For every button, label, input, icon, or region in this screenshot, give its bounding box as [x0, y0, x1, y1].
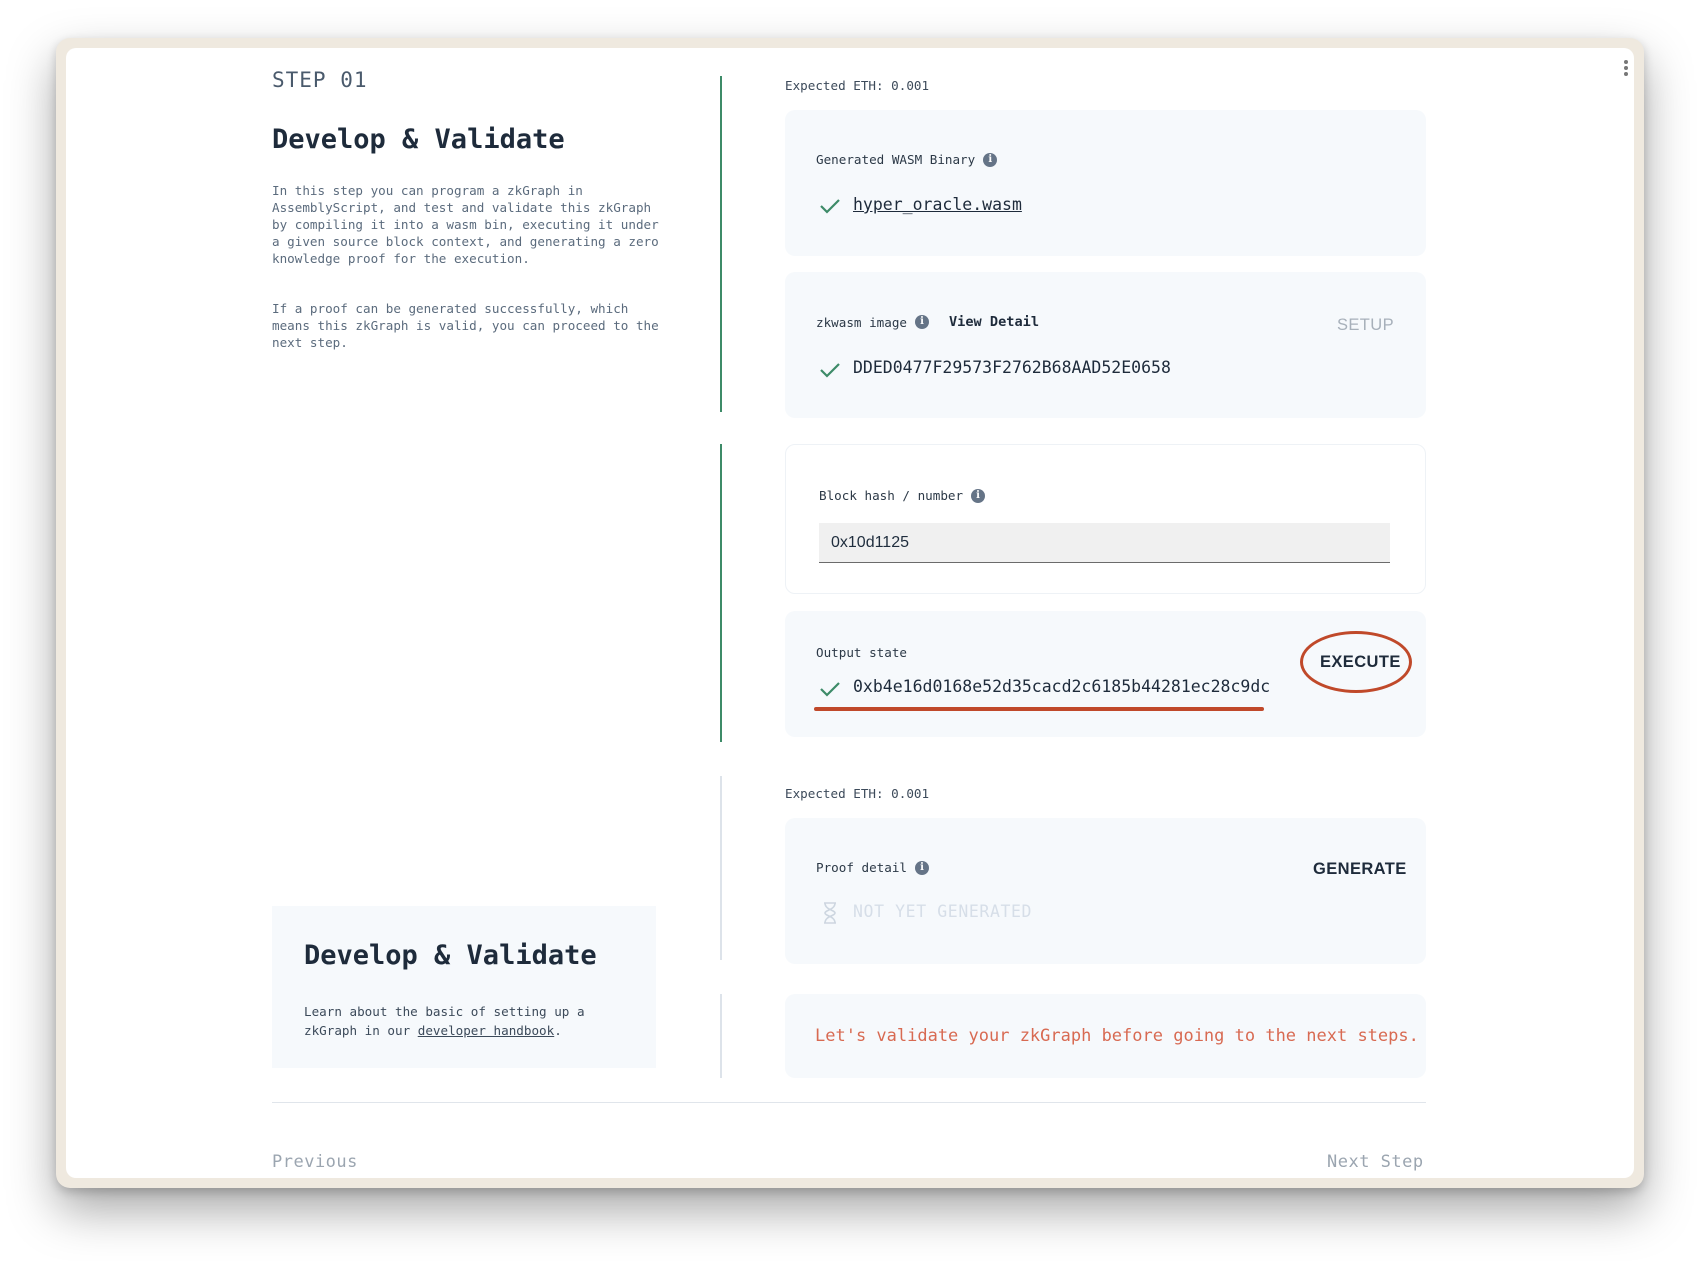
zkwasm-image-id: DDED0477F29573F2762B68AAD52E0658 [853, 358, 1171, 377]
scroll-grip-icon[interactable] [1624, 60, 1628, 76]
view-detail-link[interactable]: View Detail [949, 314, 1039, 330]
block-hash-card: Block hash / number i [785, 444, 1426, 594]
step-description-2: If a proof can be generated successfully… [272, 301, 659, 350]
app-window: STEP 01 Develop & Validate In this step … [56, 38, 1644, 1188]
footer-divider [272, 1102, 1426, 1103]
block-hash-label-row: Block hash / number i [819, 488, 986, 503]
info-icon[interactable]: i [983, 152, 998, 167]
zkwasm-image-label: zkwasm image [816, 314, 907, 330]
proof-detail-card: Proof detail i GENERATE NOT YET GENERATE… [785, 818, 1426, 964]
check-icon [820, 199, 840, 214]
section-divider-execute [720, 444, 722, 742]
developer-handbook-link[interactable]: developer handbook [418, 1023, 554, 1038]
zkwasm-image-card: zkwasm image i View Detail SETUP DDED047… [785, 272, 1426, 418]
learn-card-text-after: . [554, 1023, 562, 1038]
output-state-label: Output state [816, 645, 907, 660]
validation-warning-card: Let's validate your zkGraph before going… [785, 994, 1426, 1078]
check-icon [820, 682, 840, 697]
execute-button[interactable]: EXECUTE [1320, 653, 1401, 672]
check-icon [820, 363, 840, 378]
page-title: Develop & Validate [272, 124, 565, 155]
setup-button[interactable]: SETUP [1337, 316, 1394, 335]
proof-detail-label-row: Proof detail i [816, 860, 929, 875]
output-state-label-row: Output state [816, 645, 907, 660]
learn-card: Develop & Validate Learn about the basic… [272, 906, 656, 1068]
wasm-binary-card: Generated WASM Binary i hyper_oracle.was… [785, 110, 1426, 256]
next-step-button[interactable]: Next Step [1327, 1152, 1424, 1172]
wasm-file-name[interactable]: hyper_oracle.wasm [853, 195, 1022, 214]
page-content: STEP 01 Develop & Validate In this step … [66, 48, 1634, 1178]
learn-card-title: Develop & Validate [304, 940, 597, 971]
proof-detail-label: Proof detail [816, 860, 907, 875]
validation-warning: Let's validate your zkGraph before going… [815, 1026, 1419, 1046]
output-state-value: 0xb4e16d0168e52d35cacd2c6185b44281ec28c9… [853, 677, 1271, 696]
info-icon[interactable]: i [915, 860, 929, 875]
section-divider-warning [720, 994, 722, 1078]
proof-status: NOT YET GENERATED [853, 902, 1033, 921]
info-icon[interactable]: i [915, 315, 929, 329]
expected-eth-compile: Expected ETH: 0.001 [785, 78, 930, 93]
step-label: STEP 01 [272, 68, 368, 92]
step-description-1: In this step you can program a zkGraph i… [272, 183, 659, 266]
block-hash-input[interactable] [819, 523, 1390, 563]
section-divider-compile [720, 76, 722, 412]
section-divider-proof [720, 776, 722, 960]
previous-button[interactable]: Previous [272, 1152, 358, 1172]
expected-eth-proof: Expected ETH: 0.001 [785, 786, 930, 801]
output-annotation-underline [814, 707, 1264, 711]
learn-card-text: Learn about the basic of setting up a zk… [304, 1002, 604, 1040]
wasm-binary-label: Generated WASM Binary [816, 152, 976, 167]
info-icon[interactable]: i [971, 488, 986, 503]
output-state-card: Output state EXECUTE 0xb4e16d0168e52d35c… [785, 611, 1426, 737]
generate-button[interactable]: GENERATE [1313, 860, 1407, 879]
block-hash-label: Block hash / number [819, 488, 964, 503]
zkwasm-label-row: zkwasm image i View Detail [816, 314, 1039, 330]
hourglass-icon [824, 902, 836, 924]
wasm-binary-label-row: Generated WASM Binary i [816, 152, 998, 167]
